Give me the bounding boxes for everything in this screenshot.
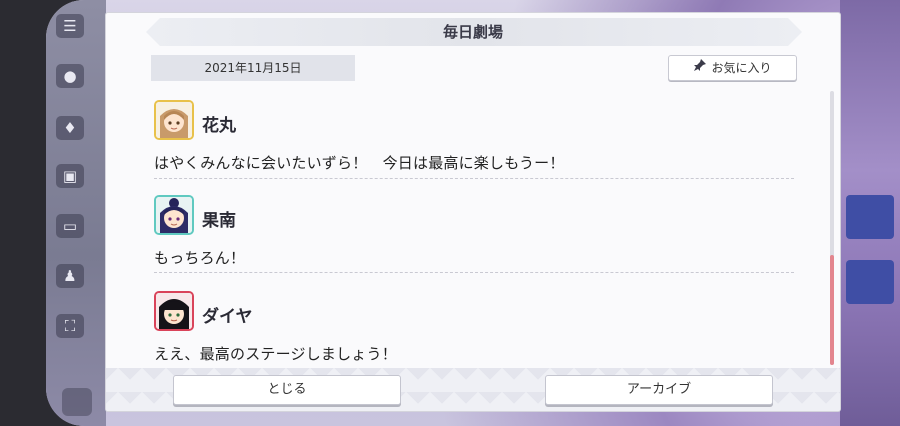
right-menu-tile-2[interactable]	[846, 260, 894, 304]
divider	[154, 272, 794, 273]
scrollbar-thumb[interactable]	[830, 255, 834, 365]
speaker-name: 果南	[202, 211, 236, 231]
avatar-dia	[154, 291, 194, 331]
speaker-name: 花丸	[202, 116, 236, 136]
date-label: 2021年11月15日	[151, 55, 355, 81]
right-menu-tile[interactable]	[846, 195, 894, 239]
account-icon[interactable]	[62, 388, 92, 416]
speaker-name: ダイヤ	[202, 307, 253, 327]
favorite-label: お気に入り	[711, 61, 772, 75]
avatar-kanan	[154, 195, 194, 235]
theater-icon[interactable]: ▭	[56, 214, 84, 238]
gift-icon[interactable]: ▣	[56, 164, 84, 188]
daily-theater-dialog: 毎日劇場 2021年11月15日 お気に入り 花丸 はやくみんなに会いたいずら！…	[106, 13, 840, 411]
present-icon[interactable]: ♦	[56, 116, 84, 140]
archive-button[interactable]: アーカイブ	[545, 375, 773, 405]
divider	[154, 178, 794, 179]
close-button[interactable]: とじる	[173, 375, 401, 405]
member-icon[interactable]: ♟	[56, 264, 84, 288]
avatar-hanamaru	[154, 100, 194, 140]
dialogue-line: もっちろん！	[154, 249, 246, 267]
dialogue-line: はやくみんなに会いたいずら！ 今日は最高に楽しもうー！	[154, 154, 565, 172]
dialog-title: 毎日劇場	[442, 23, 503, 41]
dialogue-line: ええ、最高のステージしましょう！	[154, 345, 397, 363]
favorite-button[interactable]: お気に入り	[668, 55, 797, 81]
menu-icon[interactable]: ☰	[56, 14, 84, 38]
pin-icon	[693, 56, 707, 80]
fullscreen-icon[interactable]: ⛶	[56, 314, 84, 338]
chat-icon[interactable]: ●	[56, 64, 84, 88]
